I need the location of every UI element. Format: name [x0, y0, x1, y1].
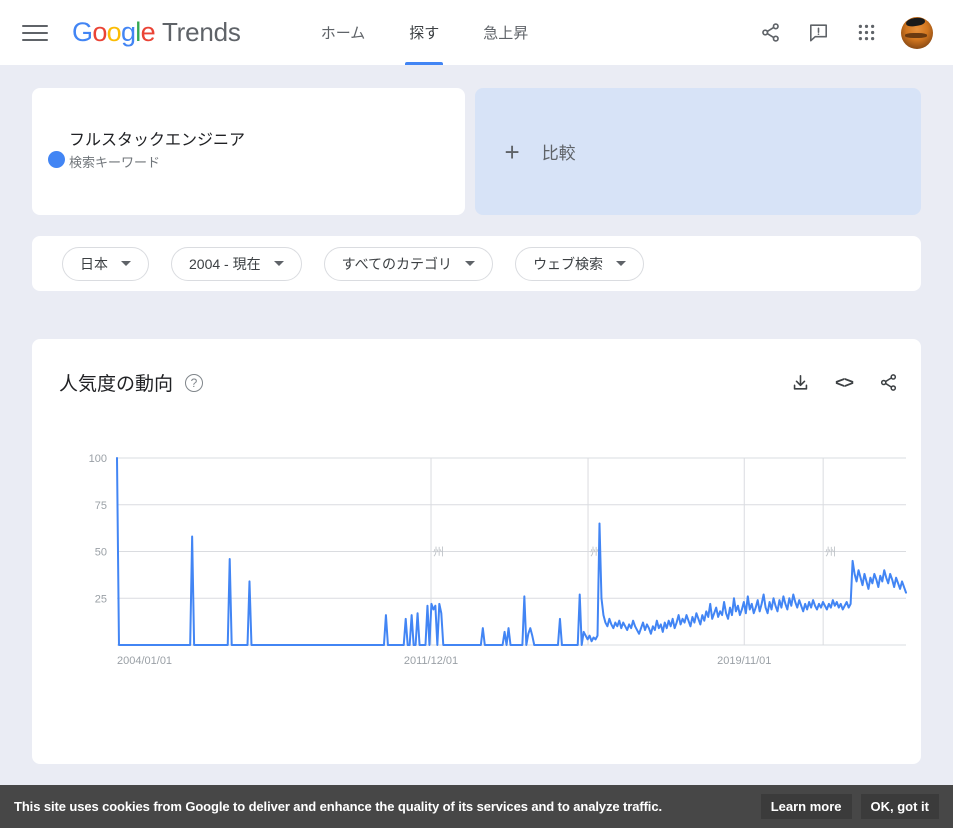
nav-item-home[interactable]: ホーム [315, 0, 372, 65]
filters-bar: 日本 2004 - 現在 すべてのカテゴリ ウェブ検索 [32, 236, 921, 291]
download-icon[interactable] [789, 372, 811, 394]
chevron-down-icon [121, 261, 131, 266]
embed-code-glyph: <> [835, 372, 854, 392]
filter-category[interactable]: すべてのカテゴリ [323, 246, 494, 281]
cookie-banner-buttons: Learn more OK, got it [760, 794, 939, 819]
svg-text:100: 100 [89, 453, 107, 465]
learn-more-button[interactable]: Learn more [760, 794, 852, 819]
google-logo: Google [72, 17, 156, 47]
chevron-down-icon [465, 261, 476, 266]
svg-text:州: 州 [825, 547, 836, 559]
interest-over-time-chart[interactable]: 100 75 50 25 州州州 2004/01/01 2011/12/01 2019/11/… [32, 449, 921, 749]
google-trends-logo[interactable]: Google Trends [72, 17, 241, 48]
filter-category-label: すべてのカテゴリ [341, 255, 453, 272]
search-term-card[interactable]: フルスタックエンジニア 検索キーワード [32, 88, 465, 215]
header-actions [757, 16, 933, 49]
svg-text:2019/11/01: 2019/11/01 [717, 655, 771, 667]
svg-text:州: 州 [433, 547, 444, 559]
main-nav: ホーム 探す 急上昇 [315, 0, 567, 65]
filter-time-range-label: 2004 - 現在 [189, 255, 261, 272]
apps-grid-icon[interactable] [853, 20, 879, 46]
user-avatar[interactable] [901, 16, 933, 49]
nav-item-trending[interactable]: 急上昇 [477, 0, 534, 65]
nav-item-explore[interactable]: 探す [403, 0, 445, 65]
filter-search-type[interactable]: ウェブ検索 [515, 246, 645, 281]
svg-text:25: 25 [95, 593, 107, 605]
embed-code-icon[interactable]: <> [833, 372, 855, 394]
help-icon[interactable]: ? [185, 373, 204, 392]
compare-label: 比較 [541, 144, 576, 163]
filter-location-label: 日本 [80, 255, 108, 272]
page-body: フルスタックエンジニア 検索キーワード + 比較 日本 2004 - 現在 すべ… [0, 65, 953, 764]
add-comparison-card[interactable]: + 比較 [474, 88, 921, 215]
chevron-down-icon [273, 261, 284, 266]
feedback-icon[interactable] [805, 20, 831, 46]
hamburger-menu-icon[interactable] [22, 20, 48, 46]
chart-title: 人気度の動向 [59, 374, 174, 395]
svg-text:2011/12/01: 2011/12/01 [404, 655, 458, 667]
search-terms-row: フルスタックエンジニア 検索キーワード + 比較 [0, 65, 953, 215]
chevron-down-icon [616, 261, 627, 266]
chart-svg: 100755025州州州2004/01/01 2011/12/01 2019/11/… [89, 453, 907, 667]
filter-time-range[interactable]: 2004 - 現在 [171, 246, 302, 281]
svg-text:75: 75 [95, 500, 107, 512]
app-header: Google Trends ホーム 探す 急上昇 [0, 0, 953, 65]
chart-header: 人気度の動向 ? <> [32, 339, 921, 396]
svg-text:50: 50 [95, 547, 107, 559]
cookie-banner-text: This site uses cookies from Google to de… [14, 799, 662, 814]
chart-actions: <> [789, 372, 899, 394]
share-icon[interactable] [877, 372, 899, 394]
plus-icon: + [504, 136, 520, 167]
trends-wordmark: Trends [161, 17, 241, 47]
search-term-subtitle: 検索キーワード [69, 155, 161, 170]
filter-search-type-label: ウェブ検索 [533, 255, 604, 272]
search-term-title: フルスタックエンジニア [69, 132, 246, 149]
interest-over-time-card: 人気度の動向 ? <> 100 75 50 25 州 州 州 2004/01/0… [32, 339, 921, 764]
series-color-dot [48, 150, 65, 168]
cookie-consent-banner: This site uses cookies from Google to de… [0, 785, 953, 828]
share-icon[interactable] [757, 20, 783, 46]
ok-got-it-button[interactable]: OK, got it [860, 794, 939, 819]
search-term-text: フルスタックエンジニア 検索キーワード [69, 130, 245, 173]
svg-text:2004/01/01: 2004/01/01 [117, 655, 172, 667]
filter-location[interactable]: 日本 [62, 246, 149, 281]
